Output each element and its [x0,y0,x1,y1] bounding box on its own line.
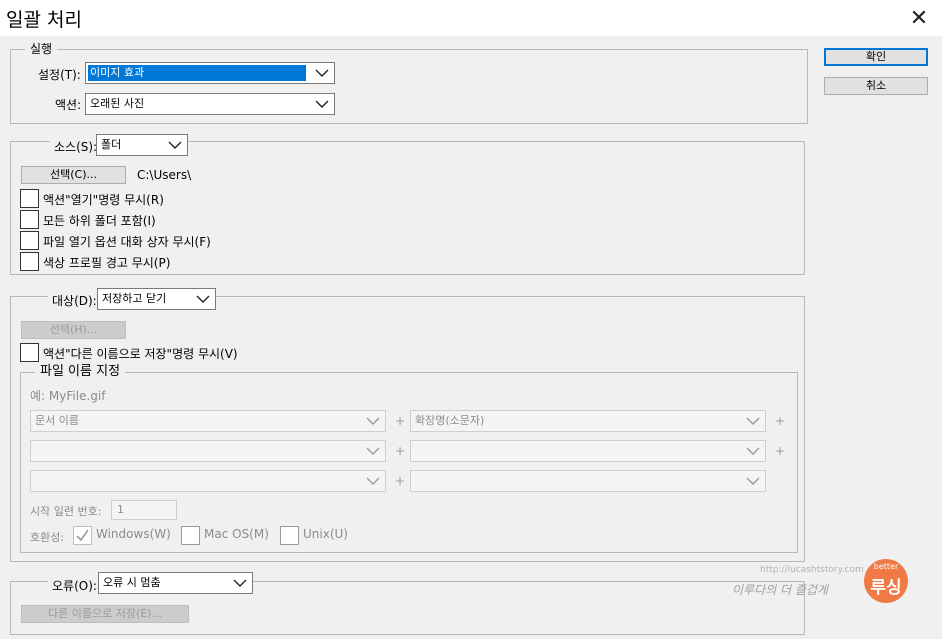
serial-input[interactable]: 1 [111,500,177,520]
naming-example: 예: MyFile.gif [30,389,106,403]
chevron-down-icon [315,69,329,77]
run-legend: 실행 [30,42,53,56]
suppress-profile-warnings-checkbox[interactable] [20,252,39,271]
blog-watermark: http://lucashtstory.com 이루다의 더 즐겁게 bette… [732,559,908,617]
naming-field-2a[interactable] [30,440,386,462]
naming-field-1a[interactable]: 문서 이름 [30,410,386,432]
source-label: 소스(S): [50,138,102,155]
chevron-down-icon [746,447,760,455]
set-value: 이미지 효과 [88,65,306,81]
serial-label: 시작 일련 번호: [30,505,102,518]
source-path: C:\Users\ [137,168,192,182]
chevron-down-icon [366,417,380,425]
plus-sign: + [395,474,406,488]
chevron-down-icon [233,579,247,587]
errors-save-as-button[interactable]: 다른 이름으로 저장(E)... [21,605,189,623]
action-value: 오래된 사진 [90,97,145,110]
plus-sign: + [395,414,406,428]
naming-field-3b[interactable] [410,470,766,492]
ok-button[interactable]: 확인 [824,48,928,66]
source-select[interactable]: 폴더 [96,134,188,156]
chevron-down-icon [746,477,760,485]
plus-sign: + [775,414,786,428]
suppress-profile-warnings-label: 색상 프로필 경고 무시(P) [43,256,171,270]
source-value: 폴더 [101,138,122,151]
set-label: 설정(T): [38,68,81,82]
chevron-down-icon [366,447,380,455]
source-choose-button[interactable]: 선택(C)... [21,166,126,184]
destination-select[interactable]: 저장하고 닫기 [97,288,216,310]
suppress-open-options-label: 파일 열기 옵션 대화 상자 무시(F) [43,235,211,249]
close-button[interactable]: ✕ [896,0,942,36]
chevron-down-icon [168,141,182,149]
watermark-badge-main: 루싱 [870,578,902,598]
override-save-as-checkbox[interactable] [20,343,39,362]
window-title: 일괄 처리 [6,9,82,31]
compat-windows-label: Windows(W) [96,527,171,541]
errors-select[interactable]: 오류 시 멈춤 [98,572,253,594]
watermark-tagline: 이루다의 더 즐겁게 [732,583,828,597]
chevron-down-icon [315,100,329,108]
destination-label: 대상(D): [48,292,101,309]
action-label: 액션: [55,98,82,112]
watermark-url: http://lucashtstory.com [760,565,864,575]
ignore-open-checkbox[interactable] [20,189,39,208]
include-subfolders-checkbox[interactable] [20,210,39,229]
errors-label: 오류(O): [48,577,101,594]
file-naming-legend: 파일 이름 지정 [40,364,121,379]
compat-label: 호환성: [30,531,65,544]
ignore-open-label: 액션"열기"명령 무시(R) [43,193,164,207]
checkmark-icon [76,529,89,542]
compat-unix-label: Unix(U) [303,527,348,541]
errors-value: 오류 시 멈춤 [103,576,161,589]
action-select[interactable]: 오래된 사진 [85,93,335,115]
naming-field-3a[interactable] [30,470,386,492]
watermark-badge: better 루싱 [864,559,908,603]
destination-choose-button[interactable]: 선택(H)... [21,321,126,339]
include-subfolders-label: 모든 하위 폴더 포함(I) [43,214,156,228]
plus-sign: + [395,444,406,458]
chevron-down-icon [746,417,760,425]
override-save-as-label: 액션"다른 이름으로 저장"명령 무시(V) [43,347,238,361]
chevron-down-icon [196,295,210,303]
cancel-button[interactable]: 취소 [824,77,928,95]
suppress-open-options-checkbox[interactable] [20,231,39,250]
naming-field-1b-value: 확장명(소문자) [415,414,485,427]
naming-field-2b[interactable] [410,440,766,462]
compat-macos-label: Mac OS(M) [204,527,269,541]
set-select[interactable]: 이미지 효과 [85,62,335,84]
plus-sign: + [775,444,786,458]
compat-unix-checkbox[interactable] [280,526,299,545]
destination-value: 저장하고 닫기 [102,292,167,305]
chevron-down-icon [366,477,380,485]
naming-field-1b[interactable]: 확장명(소문자) [410,410,766,432]
naming-field-1a-value: 문서 이름 [35,414,79,427]
title-bar: 일괄 처리 ✕ [0,0,942,36]
close-icon: ✕ [909,5,929,31]
watermark-badge-top: better [873,562,899,571]
compat-macos-checkbox[interactable] [181,526,200,545]
compat-windows-checkbox[interactable] [73,526,92,545]
